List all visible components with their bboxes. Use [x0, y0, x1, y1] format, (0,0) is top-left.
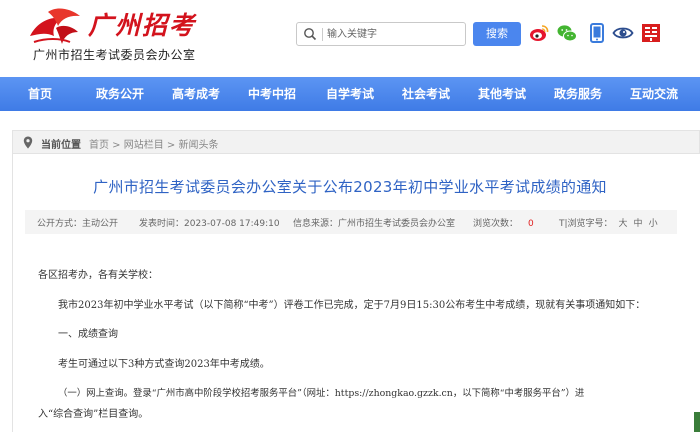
site-logo-text[interactable]: 广州招考	[88, 6, 196, 42]
article-paragraph: 一、成绩查询	[58, 329, 118, 340]
search-divider	[322, 28, 323, 41]
article-paragraph: （一）网上查询。登录“广州市高中阶段学校招考服务平台”（网址：https://z…	[58, 388, 585, 399]
location-pin-icon	[23, 136, 33, 149]
meta-views-count: 0	[528, 219, 534, 229]
nav-item-gov-services[interactable]: 政务服务	[538, 77, 618, 111]
search-input[interactable]	[327, 25, 461, 43]
article-title: 广州市招生考试委员会办公室关于公布2023年初中学业水平考试成绩的通知	[93, 178, 607, 196]
search-button[interactable]: 搜索	[473, 22, 521, 46]
breadcrumb-path[interactable]: 首页 > 网站栏目 > 新闻头条	[89, 136, 218, 151]
site-header: 广州招考 广州市招生考试委员会办公室 搜索	[0, 0, 700, 74]
breadcrumb: 当前位置 首页 > 网站栏目 > 新闻头条	[12, 130, 700, 154]
meta-font-size-label: T|浏览字号：	[559, 219, 613, 229]
wechat-icon[interactable]	[556, 22, 578, 44]
eye-icon[interactable]	[612, 22, 634, 44]
meta-views: 浏览次数： 0	[473, 216, 534, 229]
scrollbar-thumb[interactable]	[694, 412, 700, 432]
nav-item-gov-affairs[interactable]: 政务公开	[80, 77, 160, 111]
search-box	[296, 22, 466, 46]
nav-item-other-exams[interactable]: 其他考试	[462, 77, 542, 111]
article-paragraph: 我市2023年初中学业水平考试（以下简称“中考”）评卷工作已完成，定于7月9日1…	[58, 300, 646, 311]
font-size-large-link[interactable]: 大	[619, 219, 628, 229]
main-nav: 首页 政务公开 高考成考 中考中招 自学考试 社会考试 其他考试 政务服务 互动…	[0, 77, 700, 111]
font-size-small-link[interactable]: 小	[649, 219, 658, 229]
meta-views-label: 浏览次数：	[473, 219, 519, 229]
meta-font-size: T|浏览字号： 大中小	[559, 216, 658, 229]
seal-icon[interactable]	[640, 22, 662, 44]
nav-item-gaokao[interactable]: 高考成考	[156, 77, 236, 111]
nav-item-self-study[interactable]: 自学考试	[310, 77, 390, 111]
article-paragraph: 入“综合查询”栏目查询。	[38, 409, 149, 420]
meta-source: 信息来源：广州市招生考试委员会办公室	[293, 219, 456, 229]
nav-item-social-exams[interactable]: 社会考试	[386, 77, 466, 111]
search-icon	[304, 28, 317, 41]
mobile-icon[interactable]	[586, 22, 608, 44]
article-meta-bar: 公开方式：主动公开 发表时间：2023-07-08 17:49:10 信息来源：…	[25, 210, 677, 234]
article-paragraph: 各区招考办，各有关学校：	[38, 270, 158, 281]
nav-item-interaction[interactable]: 互动交流	[614, 77, 694, 111]
weibo-icon[interactable]	[528, 22, 550, 44]
meta-publish-time: 发表时间：2023-07-08 17:49:10	[139, 219, 280, 229]
nav-item-home[interactable]: 首页	[0, 77, 80, 111]
meta-disclosure: 公开方式：主动公开	[37, 219, 119, 229]
article-paragraph: 考生可通过以下3种方式查询2023年中考成绩。	[58, 359, 270, 370]
organization-name: 广州市招生考试委员会办公室	[33, 48, 196, 62]
nav-item-zhongkao[interactable]: 中考中招	[232, 77, 312, 111]
font-size-medium-link[interactable]: 中	[634, 219, 643, 229]
logo-flower-icon[interactable]	[26, 6, 84, 46]
breadcrumb-label: 当前位置	[41, 140, 81, 151]
